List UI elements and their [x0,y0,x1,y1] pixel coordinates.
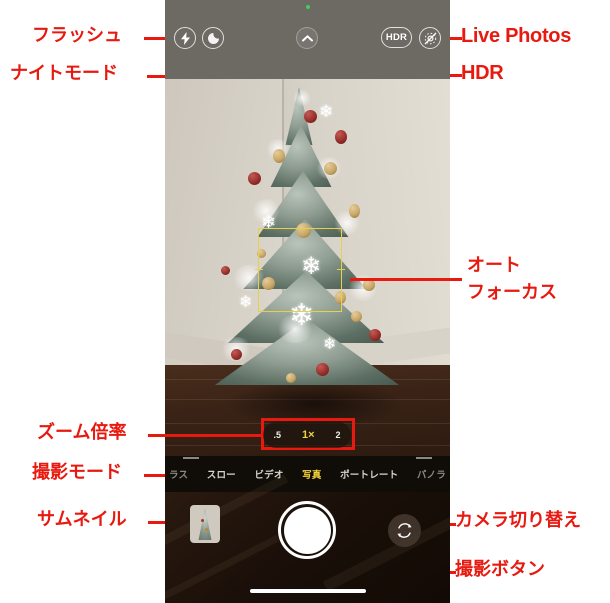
camera-viewfinder[interactable]: ❄ ❄ ❄ ❄ ❄ ❄ .5 1× 2 [165,79,450,456]
shutter-inner [283,506,331,554]
hdr-button[interactable]: HDR [381,27,412,48]
camera-top-controls: HDR [165,0,450,79]
annotation-thumbnail: サムネイル [37,509,127,530]
hdr-label: HDR [385,32,408,43]
flash-icon [180,31,190,45]
annotation-autofocus-line2: フォーカス [467,282,557,303]
night-mode-button[interactable] [202,27,224,49]
mode-panorama[interactable]: パノラ [417,467,446,481]
annotation-zoom-ratio: ズーム倍率 [37,422,127,443]
live-photos-button[interactable] [419,27,441,49]
annotation-live-photos: Live Photos [461,25,572,47]
photo-thumbnail-button[interactable] [190,505,220,543]
annotation-flip-camera: カメラ切り替え [455,510,581,531]
annotation-autofocus-line1: オート [467,255,521,276]
camera-bottom-bar [165,474,450,603]
zoom-option-2x[interactable]: 2 [335,430,340,440]
leader-zoom-ratio [148,434,263,437]
thumbnail-tree-image [198,508,212,540]
shutter-button[interactable] [278,501,336,559]
annotation-night-mode: ナイトモード [10,63,118,84]
zoom-option-1x[interactable]: 1× [302,429,315,441]
annotation-shutter: 撮影ボタン [455,559,545,580]
flip-camera-button[interactable] [388,514,421,547]
zoom-control[interactable]: .5 1× 2 [263,422,351,448]
live-photos-off-icon [424,32,436,44]
leader-autofocus [350,278,462,281]
annotation-flash: フラッシュ [32,25,122,46]
mode-timelapse[interactable]: ラス [169,467,188,481]
mode-bar-tick-right [416,457,432,459]
home-indicator [250,589,366,593]
chevron-up-icon [301,34,313,41]
screenshot-root: ❄ ❄ ❄ ❄ ❄ ❄ .5 1× 2 HDR ラス スロー ビデオ 写真 ポー… [0,0,610,603]
moon-icon [207,32,219,44]
more-controls-button[interactable] [296,27,318,49]
mode-photo[interactable]: 写真 [302,467,321,481]
zoom-option-0.5[interactable]: .5 [273,430,281,440]
annotation-shoot-mode: 撮影モード [32,462,122,483]
camera-mode-bar[interactable]: ラス スロー ビデオ 写真 ポートレート パノラ [165,456,450,492]
mode-slomo[interactable]: スロー [207,467,236,481]
autofocus-box[interactable] [255,228,345,312]
mode-bar-tick-left [183,457,199,459]
annotation-hdr: HDR [461,62,504,84]
privacy-indicator-dot [306,5,310,9]
flash-button[interactable] [174,27,196,49]
phone-screen: ❄ ❄ ❄ ❄ ❄ ❄ .5 1× 2 HDR ラス スロー ビデオ 写真 ポー… [165,0,450,603]
mode-portrait[interactable]: ポートレート [340,467,398,481]
camera-flip-icon [397,523,412,538]
